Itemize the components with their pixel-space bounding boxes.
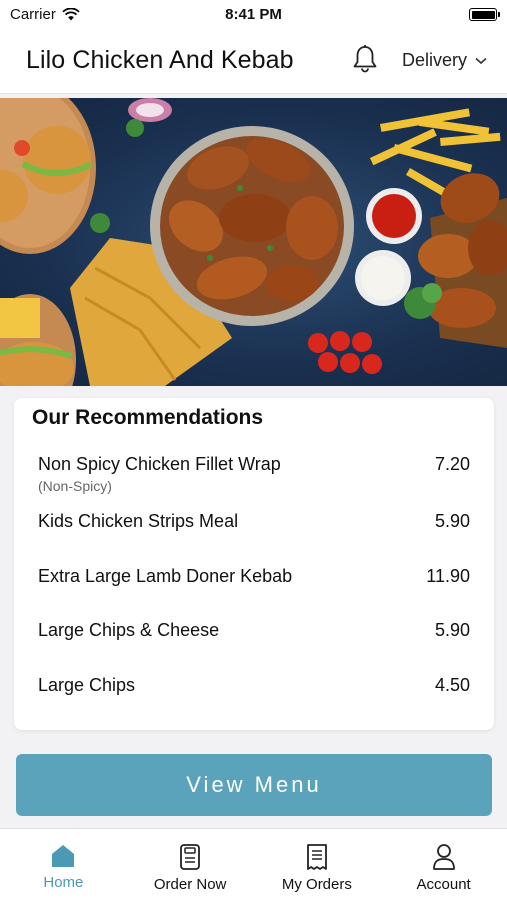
- item-name: Non Spicy Chicken Fillet Wrap: [38, 454, 281, 474]
- tab-label: Order Now: [153, 876, 227, 893]
- item-name: Kids Chicken Strips Meal: [38, 511, 239, 531]
- recommendation-item[interactable]: Large Chips & Cheese 5.90: [38, 620, 470, 641]
- hero-food-illustration: [0, 98, 507, 386]
- notifications-button[interactable]: [350, 42, 380, 76]
- status-time: 8:41 PM: [225, 6, 282, 23]
- tab-label: Account: [416, 876, 471, 893]
- recommendation-item[interactable]: Extra Large Lamb Doner Kebab 11.90: [38, 566, 470, 587]
- item-note: (Non-Spicy): [38, 478, 112, 494]
- recommendation-item[interactable]: Kids Chicken Strips Meal 5.90: [38, 511, 470, 532]
- tab-home[interactable]: Home: [0, 829, 127, 900]
- tab-label: Home: [43, 874, 84, 891]
- item-name: Large Chips: [38, 675, 136, 695]
- status-bar: Carrier 8:41 PM: [0, 0, 507, 30]
- app-header: Lilo Chicken And Kebab Delivery: [0, 30, 507, 94]
- tab-order-now[interactable]: Order Now: [127, 829, 254, 900]
- tab-account[interactable]: Account: [380, 829, 507, 900]
- chevron-down-icon: [475, 57, 487, 64]
- item-price: 5.90: [434, 620, 470, 640]
- order-icon: [180, 844, 201, 870]
- delivery-label: Delivery: [401, 50, 467, 70]
- person-icon: [432, 844, 455, 870]
- receipt-icon: [306, 844, 327, 870]
- recommendations-title: Our Recommendations: [32, 406, 264, 429]
- tab-label: My Orders: [281, 876, 352, 893]
- recommendation-item[interactable]: Large Chips 4.50: [38, 675, 470, 696]
- hero-banner: [0, 98, 507, 386]
- item-price: 11.90: [426, 566, 470, 586]
- recommendation-item[interactable]: Non Spicy Chicken Fillet Wrap (Non-Spicy…: [38, 454, 470, 494]
- delivery-selector[interactable]: Delivery: [402, 50, 487, 71]
- item-name: Extra Large Lamb Doner Kebab: [38, 566, 293, 586]
- item-price: 5.90: [434, 511, 470, 531]
- view-menu-button[interactable]: View Menu: [16, 754, 492, 816]
- bell-icon: [353, 45, 377, 73]
- restaurant-title: Lilo Chicken And Kebab: [26, 46, 294, 74]
- item-price: 4.50: [434, 675, 470, 695]
- recommendations-card: Our Recommendations Non Spicy Chicken Fi…: [14, 398, 494, 730]
- tab-bar: Home Order Now My Orders Account: [0, 828, 507, 900]
- battery-icon: [469, 8, 500, 21]
- tab-my-orders[interactable]: My Orders: [254, 829, 381, 900]
- item-price: 7.20: [434, 454, 470, 474]
- item-name: Large Chips & Cheese: [38, 620, 220, 640]
- home-icon: [52, 845, 75, 867]
